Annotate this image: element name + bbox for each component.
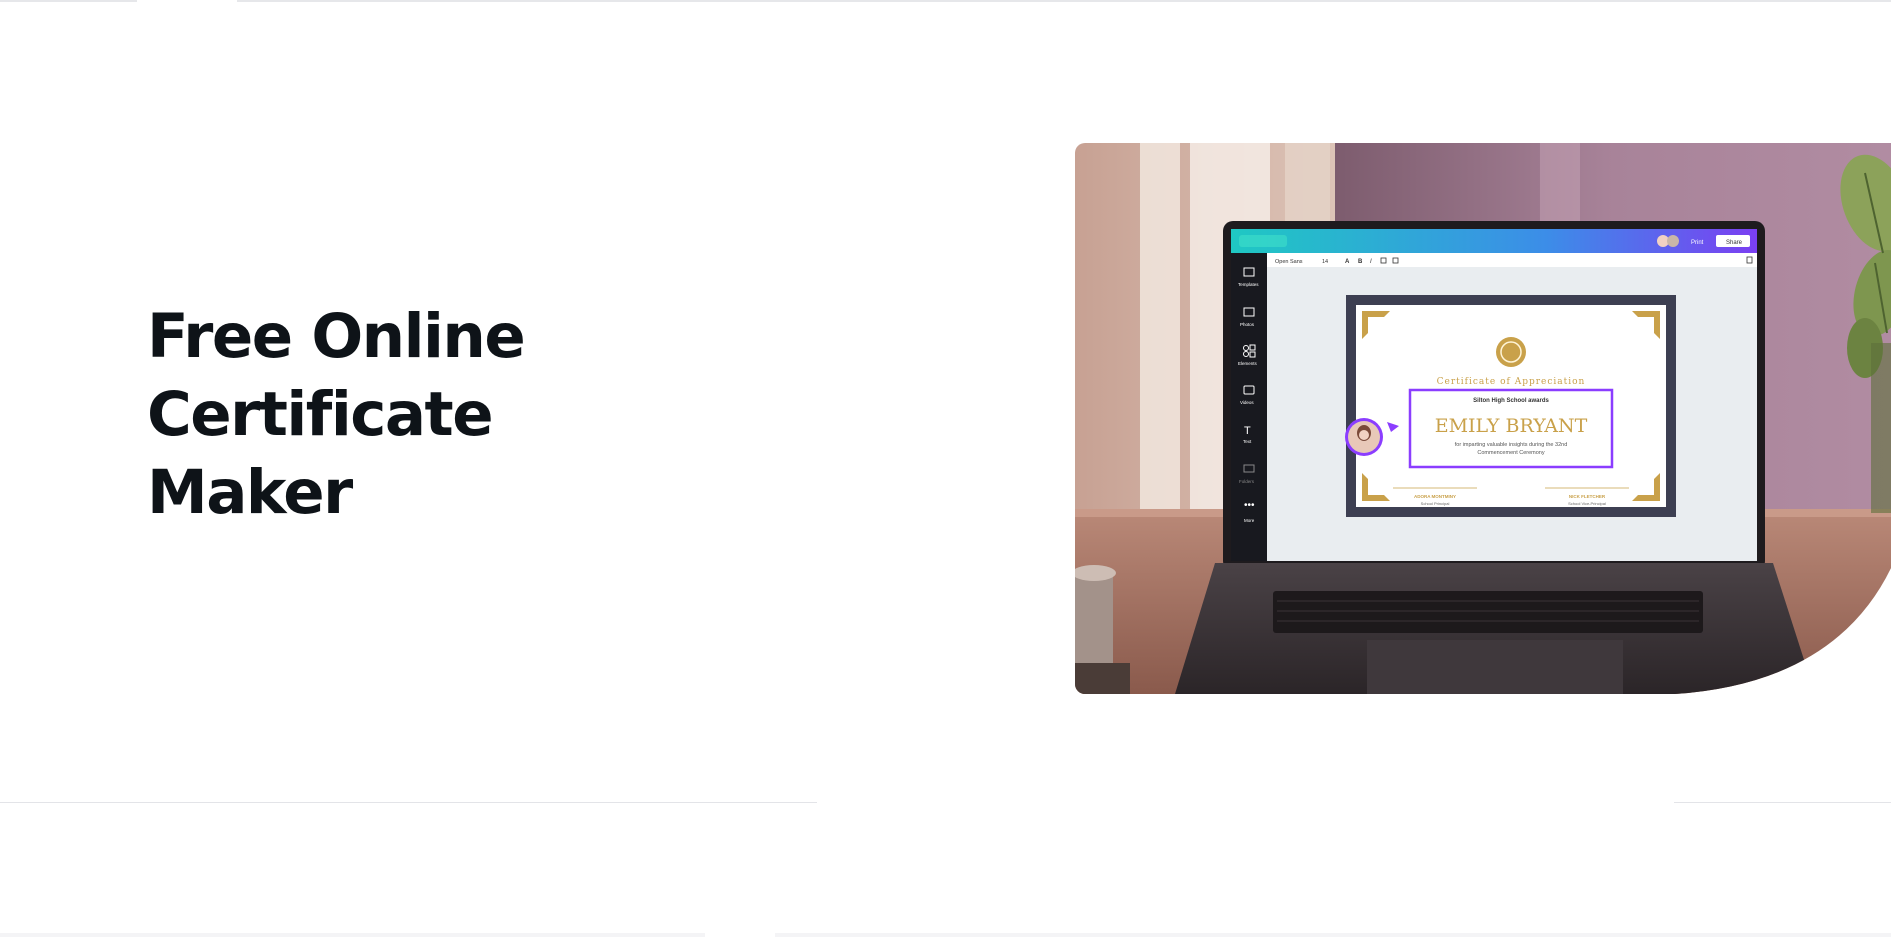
certificate-recipient: EMILY BRYANT — [1435, 415, 1588, 437]
bold-icon[interactable]: B — [1358, 259, 1363, 265]
font-select[interactable]: Open Sans — [1275, 259, 1303, 265]
font-size-select[interactable]: 14 — [1322, 259, 1328, 265]
top-divider-gap — [137, 0, 237, 2]
certificate-description-2: Commencement Ceremony — [1477, 450, 1544, 456]
hero-image: Print Share Templates Photos Elements Vi… — [1075, 143, 1891, 694]
next-section-edge — [0, 933, 1891, 937]
page-title: Free Online Certificate Maker — [147, 298, 867, 532]
trackpad — [1367, 640, 1623, 694]
signer-2-title: School Vice-Principal — [1568, 501, 1606, 506]
signer-1-name: ADORA MONTMINY — [1414, 494, 1456, 499]
certificate-subheading: Silton High School awards — [1473, 398, 1549, 404]
sidebar-item-folders[interactable]: Folders — [1239, 479, 1255, 484]
page-title-line-1: Free Online Certificate — [147, 301, 526, 450]
certificate-description-1: for imparting valuable insights during t… — [1455, 442, 1568, 448]
sidebar-item-elements[interactable]: Elements — [1238, 361, 1258, 366]
text-color-icon[interactable]: A — [1345, 259, 1350, 265]
page-title-line-2: Maker — [147, 457, 353, 528]
keyboard — [1273, 591, 1703, 633]
signer-2-name: NICK FLETCHER — [1569, 494, 1606, 499]
sidebar-item-text[interactable]: Text — [1243, 439, 1252, 444]
more-icon[interactable]: ••• — [1244, 500, 1255, 511]
top-divider — [0, 0, 1891, 2]
print-label[interactable]: Print — [1691, 240, 1704, 246]
logo-mark — [1239, 235, 1287, 247]
next-section-edge-gap — [705, 933, 775, 937]
laptop-mockup-illustration: Print Share Templates Photos Elements Vi… — [1075, 143, 1891, 694]
signer-1-title: School Principal — [1421, 501, 1450, 506]
section-divider-gap — [817, 801, 1674, 804]
text-icon[interactable]: T — [1244, 425, 1251, 437]
sidebar-item-photos[interactable]: Photos — [1240, 322, 1255, 327]
avatar — [1667, 235, 1679, 247]
share-label: Share — [1726, 240, 1743, 246]
sidebar-item-templates[interactable]: Templates — [1238, 282, 1259, 287]
sidebar-item-videos[interactable]: Videos — [1240, 400, 1254, 405]
certificate-heading: Certificate of Appreciation — [1437, 377, 1586, 387]
sidebar-item-more[interactable]: More — [1244, 518, 1255, 523]
